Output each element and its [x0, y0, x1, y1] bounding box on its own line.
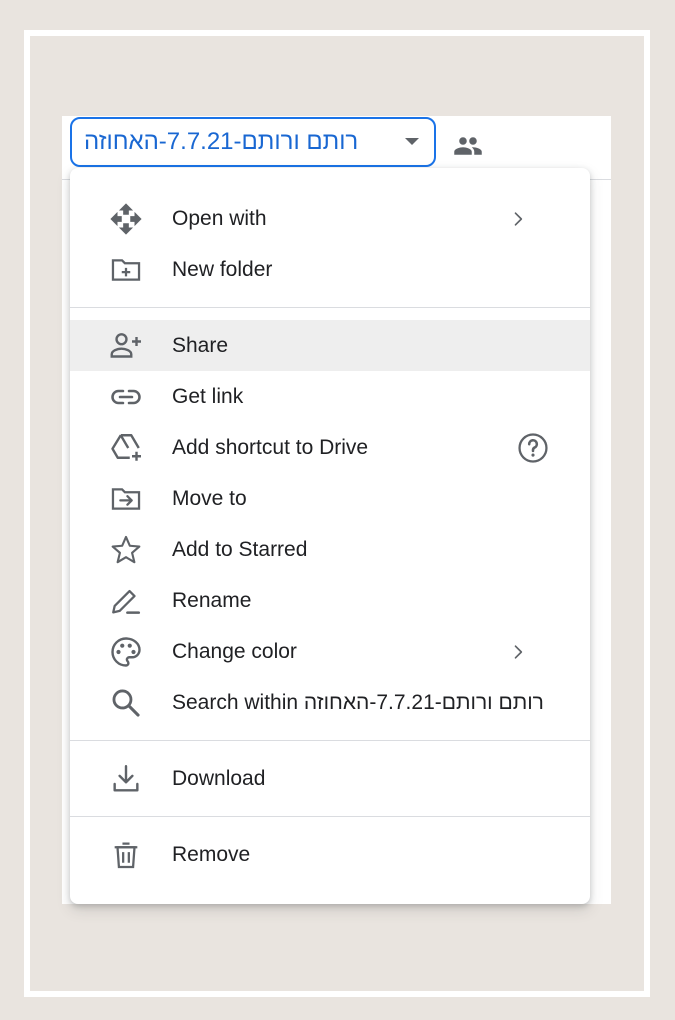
menu-item-label: Remove	[172, 842, 251, 866]
menu-item-new-folder[interactable]: New folder	[70, 244, 590, 295]
menu-item-share[interactable]: Share	[70, 320, 590, 371]
move-to-folder-icon	[108, 481, 144, 517]
menu-item-label: Get link	[172, 384, 244, 408]
chevron-right-icon	[506, 207, 530, 231]
download-icon	[108, 761, 144, 797]
menu-item-label: Add shortcut to Drive	[172, 435, 369, 459]
shared-people-icon[interactable]	[453, 131, 483, 161]
menu-item-label: Rename	[172, 588, 252, 612]
menu-item-label: Search within רותם ורותם-7.7.21-האחוזה	[172, 690, 544, 714]
context-menu: Open with New folder Share Get link Add shor…	[70, 168, 590, 904]
menu-item-rename[interactable]: Rename	[70, 575, 590, 626]
help-icon[interactable]	[516, 431, 550, 465]
new-folder-icon	[108, 252, 144, 288]
menu-item-label: Change color	[172, 639, 297, 663]
menu-item-label: Add to Starred	[172, 537, 308, 561]
menu-item-remove[interactable]: Remove	[70, 829, 590, 880]
person-add-icon	[108, 328, 144, 364]
menu-item-add-shortcut-to[interactable]: Add shortcut to Drive	[70, 422, 590, 473]
menu-item-label: Share	[172, 333, 229, 357]
chevron-right-icon	[506, 640, 530, 664]
menu-item-search-within[interactable]: Search within רותם ורותם-7.7.21-האחוזה	[70, 677, 590, 728]
trash-icon	[108, 837, 144, 873]
add-shortcut-icon	[108, 430, 144, 466]
search-icon	[108, 685, 144, 721]
palette-icon	[108, 634, 144, 670]
menu-item-label: Download	[172, 766, 266, 790]
link-icon	[108, 379, 144, 415]
menu-divider	[70, 740, 590, 741]
menu-divider	[70, 816, 590, 817]
menu-item-label: Move to	[172, 486, 247, 510]
menu-item-label: Open with	[172, 206, 267, 230]
open-with-icon	[108, 201, 144, 237]
folder-name-dropdown[interactable]: רותם ורותם-7.7.21-האחוזה	[70, 117, 436, 167]
menu-item-label: New folder	[172, 257, 273, 281]
menu-item-add-to-starred[interactable]: Add to Starred	[70, 524, 590, 575]
menu-item-get-link[interactable]: Get link	[70, 371, 590, 422]
menu-item-move-to[interactable]: Move to	[70, 473, 590, 524]
menu-divider	[70, 307, 590, 308]
star-outline-icon	[108, 532, 144, 568]
menu-item-download[interactable]: Download	[70, 753, 590, 804]
menu-item-change-color[interactable]: Change color	[70, 626, 590, 677]
chevron-down-icon	[398, 128, 426, 156]
rename-pen-icon	[108, 583, 144, 619]
folder-name-label: רותם ורותם-7.7.21-האחוזה	[84, 128, 359, 155]
menu-item-open-with[interactable]: Open with	[70, 193, 590, 244]
